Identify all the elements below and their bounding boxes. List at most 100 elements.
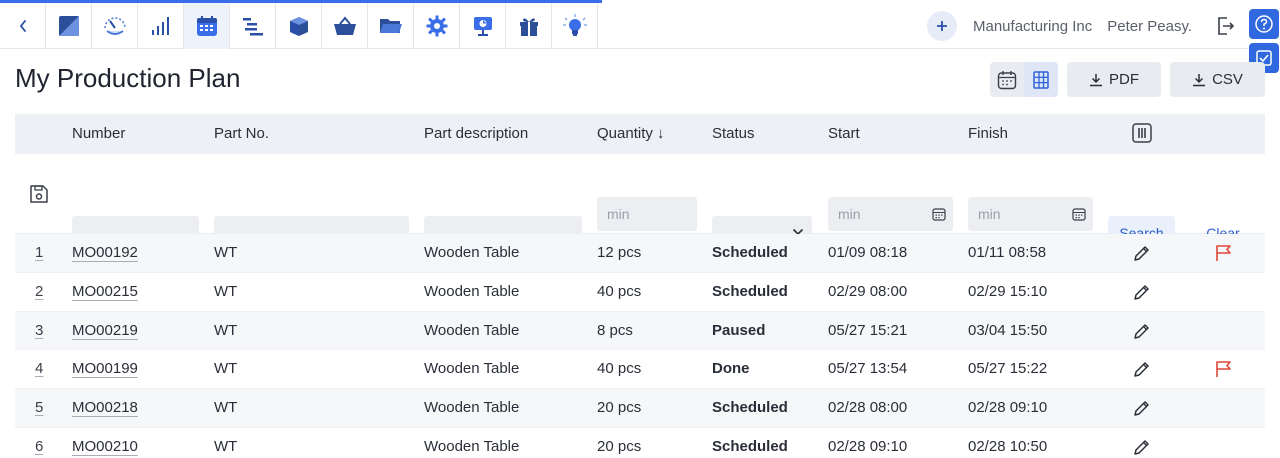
status-cell: Scheduled bbox=[712, 437, 788, 455]
finish-cell: 03/04 15:50 bbox=[968, 321, 1048, 339]
column-header-part-description[interactable]: Part description bbox=[424, 114, 528, 154]
table-body: 1 MO00192 WT Wooden Table 12 pcs Schedul… bbox=[15, 234, 1265, 458]
order-number-link[interactable]: MO00192 bbox=[72, 234, 138, 272]
nav-settings[interactable] bbox=[414, 2, 460, 49]
part-no-cell: WT bbox=[214, 244, 238, 261]
column-header-number[interactable]: Number bbox=[72, 114, 125, 154]
quantity-cell: 40 pcs bbox=[597, 360, 642, 378]
nav-gantt[interactable] bbox=[230, 2, 276, 49]
start-cell: 01/09 08:18 bbox=[828, 244, 908, 261]
finish-cell: 02/29 15:10 bbox=[968, 282, 1048, 300]
finish-cell: 02/28 10:50 bbox=[968, 437, 1048, 455]
finish-min-input[interactable] bbox=[968, 197, 1093, 231]
nav-dashboard[interactable] bbox=[46, 2, 92, 49]
order-number-link[interactable]: MO00210 bbox=[72, 428, 138, 458]
calendar-view-icon bbox=[997, 70, 1017, 89]
help-icon bbox=[1255, 15, 1273, 33]
nav-products[interactable] bbox=[276, 2, 322, 49]
flag-icon[interactable] bbox=[1215, 360, 1233, 378]
gift-icon bbox=[519, 17, 538, 36]
cube-icon bbox=[289, 16, 308, 36]
page-title: My Production Plan bbox=[15, 63, 241, 93]
download-icon bbox=[1090, 73, 1102, 86]
view-toggle bbox=[990, 62, 1058, 97]
lightbulb-icon bbox=[562, 13, 587, 36]
row-index: 1 bbox=[35, 244, 44, 261]
dashboard-tile-icon bbox=[58, 15, 79, 36]
quantity-header-label: Quantity bbox=[597, 125, 653, 142]
nav-reports[interactable] bbox=[460, 2, 506, 49]
nav-analytics[interactable] bbox=[138, 2, 184, 49]
nav-gauge[interactable] bbox=[92, 2, 138, 49]
part-description-cell: Wooden Table bbox=[424, 282, 520, 300]
nav-files[interactable] bbox=[368, 2, 414, 49]
column-header-part-no[interactable]: Part No. bbox=[214, 114, 269, 154]
table-row[interactable]: 4 MO00199 WT Wooden Table 40 pcs Done 05… bbox=[15, 350, 1265, 390]
back-button[interactable] bbox=[0, 2, 46, 49]
calendar-view-button[interactable] bbox=[990, 62, 1024, 97]
export-pdf-label: PDF bbox=[1109, 71, 1139, 88]
nav-sales[interactable] bbox=[322, 2, 368, 49]
sort-desc-icon: ↓ bbox=[657, 125, 665, 142]
column-header-start[interactable]: Start bbox=[828, 114, 860, 154]
logout-icon bbox=[1218, 17, 1235, 35]
start-min-input[interactable] bbox=[828, 197, 953, 231]
table-row[interactable]: 3 MO00219 WT Wooden Table 8 pcs Paused 0… bbox=[15, 311, 1265, 351]
table-view-button[interactable] bbox=[1024, 62, 1058, 97]
quantity-cell: 40 pcs bbox=[597, 282, 642, 300]
nav-ideas[interactable] bbox=[552, 2, 598, 49]
table-row[interactable]: 5 MO00218 WT Wooden Table 20 pcs Schedul… bbox=[15, 389, 1265, 428]
finish-cell: 05/27 15:22 bbox=[968, 360, 1048, 378]
save-filter-icon[interactable] bbox=[29, 184, 49, 204]
order-number-link[interactable]: MO00219 bbox=[72, 312, 138, 350]
part-description-cell: Wooden Table bbox=[424, 437, 520, 455]
part-no-cell: WT bbox=[214, 360, 238, 378]
pencil-icon[interactable] bbox=[1133, 323, 1150, 340]
columns-icon bbox=[1132, 123, 1152, 143]
order-number-link[interactable]: MO00199 bbox=[72, 350, 138, 388]
user-name[interactable]: Peter Peasy. bbox=[1107, 18, 1192, 35]
finish-cell: 01/11 08:58 bbox=[968, 244, 1047, 261]
row-index: 4 bbox=[35, 360, 44, 378]
company-name[interactable]: Manufacturing Inc bbox=[973, 18, 1092, 35]
filter-row: Search Clear bbox=[15, 154, 1265, 269]
row-index: 2 bbox=[35, 282, 44, 300]
table-row[interactable]: 1 MO00192 WT Wooden Table 12 pcs Schedul… bbox=[15, 234, 1265, 273]
basket-icon bbox=[333, 15, 356, 35]
column-header-finish[interactable]: Finish bbox=[968, 114, 1008, 154]
order-number-link[interactable]: MO00215 bbox=[72, 273, 138, 311]
status-cell: Scheduled bbox=[712, 399, 788, 417]
start-cell: 05/27 15:21 bbox=[828, 321, 908, 339]
pencil-icon[interactable] bbox=[1133, 361, 1150, 378]
status-cell: Done bbox=[712, 360, 750, 378]
pencil-icon[interactable] bbox=[1133, 400, 1150, 417]
part-description-cell: Wooden Table bbox=[424, 399, 520, 417]
row-index: 6 bbox=[35, 437, 44, 455]
column-header-status[interactable]: Status bbox=[712, 114, 755, 154]
table-row[interactable]: 2 MO00215 WT Wooden Table 40 pcs Schedul… bbox=[15, 273, 1265, 312]
quantity-cell: 20 pcs bbox=[597, 399, 642, 417]
start-cell: 02/28 08:00 bbox=[828, 399, 908, 417]
start-cell: 05/27 13:54 bbox=[828, 360, 908, 378]
order-number-link[interactable]: MO00218 bbox=[72, 389, 138, 427]
add-new-button[interactable] bbox=[927, 11, 957, 41]
part-no-cell: WT bbox=[214, 399, 238, 417]
column-header-quantity[interactable]: Quantity ↓ bbox=[597, 114, 665, 154]
pencil-icon[interactable] bbox=[1133, 439, 1150, 456]
help-button[interactable] bbox=[1249, 9, 1279, 39]
quantity-min-input[interactable] bbox=[597, 197, 697, 231]
nav-gifts[interactable] bbox=[506, 2, 552, 49]
nav-production-plan[interactable] bbox=[184, 2, 230, 49]
table-grid-icon bbox=[1033, 70, 1049, 89]
export-pdf-button[interactable]: PDF bbox=[1067, 62, 1161, 97]
table-row[interactable]: 6 MO00210 WT Wooden Table 20 pcs Schedul… bbox=[15, 428, 1265, 458]
signal-bars-icon bbox=[151, 16, 169, 35]
pencil-icon[interactable] bbox=[1133, 284, 1150, 301]
logout-button[interactable] bbox=[1214, 14, 1238, 38]
column-chooser-button[interactable] bbox=[1132, 123, 1152, 145]
export-csv-button[interactable]: CSV bbox=[1170, 62, 1265, 97]
production-plan-table: Number Part No. Part description Quantit… bbox=[15, 114, 1265, 458]
folder-icon bbox=[379, 18, 402, 33]
pencil-icon[interactable] bbox=[1133, 245, 1150, 262]
flag-icon[interactable] bbox=[1215, 244, 1233, 262]
